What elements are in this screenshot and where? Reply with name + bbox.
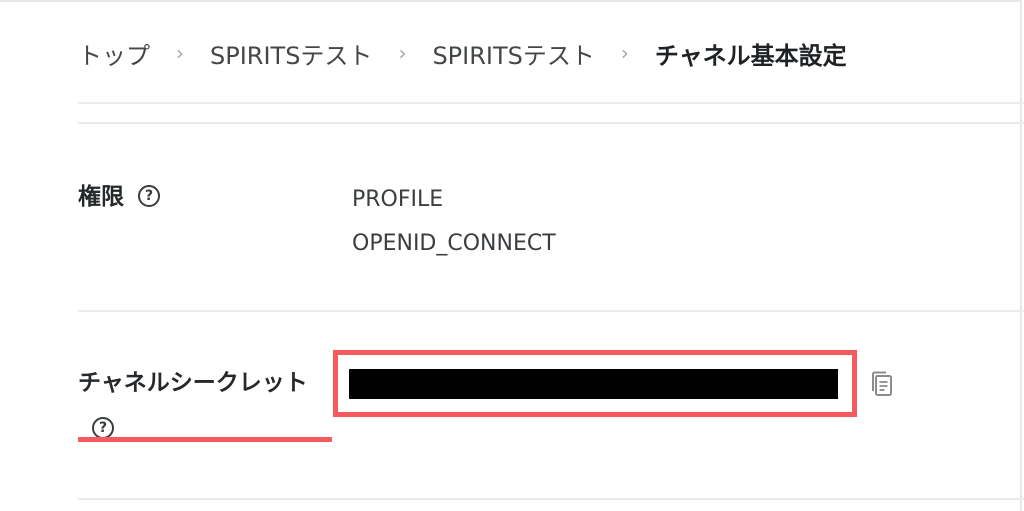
copy-icon[interactable] (869, 370, 895, 398)
divider (78, 102, 1024, 104)
question-circle-icon[interactable]: ? (92, 416, 114, 439)
breadcrumb-item-channel[interactable]: SPIRITSテスト (432, 36, 594, 71)
permissions-values: PROFILE OPENID_CONNECT (352, 178, 556, 266)
divider (78, 498, 1024, 500)
permission-value: OPENID_CONNECT (352, 231, 556, 256)
highlight-underline (78, 437, 332, 442)
divider (78, 310, 1024, 312)
breadcrumb-current: チャネル基本設定 (654, 42, 847, 70)
breadcrumb: トップ › SPIRITSテスト › SPIRITSテスト › チャネル基本設定 (78, 36, 847, 71)
permission-value: PROFILE (352, 187, 444, 212)
chevron-right-icon: › (398, 40, 407, 65)
breadcrumb-item-top[interactable]: トップ (78, 36, 150, 71)
permissions-label: 権限 (78, 184, 124, 210)
chevron-right-icon: › (176, 40, 184, 65)
permissions-label-row: 権限? (78, 174, 160, 220)
channel-secret-label: チャネルシークレット (78, 370, 308, 396)
divider (78, 122, 1024, 124)
chevron-right-icon: › (620, 40, 629, 65)
channel-secret-value-redacted (349, 369, 838, 399)
question-circle-icon[interactable]: ? (138, 184, 160, 207)
breadcrumb-item-provider[interactable]: SPIRITSテスト (210, 36, 372, 71)
